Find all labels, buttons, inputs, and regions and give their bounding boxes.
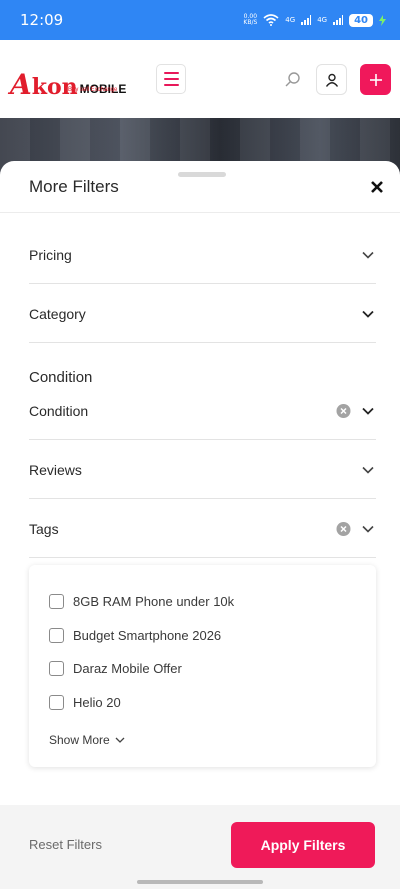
- status-time: 12:09: [20, 11, 64, 29]
- show-more-label: Show More: [49, 733, 110, 747]
- clear-icon[interactable]: [336, 403, 351, 418]
- close-icon[interactable]: [368, 178, 386, 196]
- sheet-title: More Filters: [29, 177, 119, 196]
- chevron-down-icon: [362, 466, 374, 474]
- plus-icon: [369, 73, 382, 86]
- tag-option[interactable]: 8GB RAM Phone under 10k: [49, 591, 234, 611]
- tag-option-label: Helio 20: [73, 694, 121, 710]
- chevron-down-icon: [362, 407, 374, 415]
- chevron-down-icon: [115, 737, 125, 743]
- tags-options-panel: 8GB RAM Phone under 10k Budget Smartphon…: [29, 565, 376, 767]
- filter-row-category[interactable]: Category: [29, 285, 376, 343]
- home-indicator[interactable]: [137, 880, 263, 884]
- filter-footer: Reset Filters Apply Filters: [0, 805, 400, 889]
- signal-2-icon: [333, 15, 344, 25]
- filter-label: Category: [29, 305, 86, 322]
- checkbox[interactable]: [49, 694, 64, 710]
- show-more-button[interactable]: Show More: [49, 733, 125, 747]
- chevron-down-icon: [362, 251, 374, 259]
- chevron-down-icon: [362, 310, 374, 318]
- filter-row-condition[interactable]: Condition: [29, 382, 376, 440]
- filter-label: Reviews: [29, 461, 82, 478]
- site-header: A kon MOBILE Buy sell Exchange: [0, 40, 400, 118]
- network-speed-unit: KB/S: [243, 19, 258, 26]
- filter-row-tags[interactable]: Tags: [29, 500, 376, 558]
- wifi-icon: [263, 14, 279, 26]
- filter-label: Pricing: [29, 246, 72, 263]
- apply-filters-button[interactable]: Apply Filters: [231, 822, 375, 868]
- filter-label: Tags: [29, 520, 59, 537]
- tag-option[interactable]: Budget Smartphone 2026: [49, 625, 221, 645]
- tag-option-label: Daraz Mobile Offer: [73, 660, 182, 676]
- user-icon: [325, 73, 338, 87]
- more-filters-sheet: More Filters Pricing Category Condition …: [0, 161, 400, 889]
- chevron-down-icon: [362, 525, 374, 533]
- signal-1-icon: [301, 15, 312, 25]
- hamburger-line: [163, 84, 179, 86]
- checkbox[interactable]: [49, 660, 64, 676]
- tag-option-label: Budget Smartphone 2026: [73, 627, 222, 643]
- status-bar: 12:09 0.00 KB/S 4G 4G 40: [0, 0, 400, 40]
- title-divider: [0, 212, 400, 213]
- charging-icon: [379, 14, 386, 26]
- search-icon[interactable]: [284, 70, 302, 88]
- clear-icon[interactable]: [336, 521, 351, 536]
- status-icons: 0.00 KB/S 4G 4G 40: [243, 13, 386, 27]
- tag-option[interactable]: Daraz Mobile Offer: [49, 658, 182, 678]
- tag-option[interactable]: Helio 20: [49, 692, 121, 712]
- hamburger-line: [163, 72, 179, 74]
- add-listing-button[interactable]: [360, 64, 391, 95]
- logo-letter-a: A: [10, 68, 32, 101]
- reset-filters-button[interactable]: Reset Filters: [29, 837, 102, 852]
- signal-2-label: 4G: [317, 16, 328, 24]
- akon-mobile-logo[interactable]: A kon MOBILE Buy sell Exchange: [10, 59, 130, 101]
- account-button[interactable]: [316, 64, 347, 95]
- filter-row-reviews[interactable]: Reviews: [29, 441, 376, 499]
- sheet-drag-handle[interactable]: [178, 172, 226, 177]
- hamburger-menu-button[interactable]: [156, 64, 186, 94]
- logo-tagline: Buy sell Exchange: [68, 87, 118, 93]
- filter-row-pricing[interactable]: Pricing: [29, 226, 376, 284]
- network-speed: 0.00 KB/S: [243, 14, 257, 26]
- tag-option-label: 8GB RAM Phone under 10k: [73, 593, 235, 609]
- battery-indicator: 40: [349, 13, 373, 27]
- checkbox[interactable]: [49, 593, 64, 609]
- signal-1-label: 4G: [285, 16, 296, 24]
- checkbox[interactable]: [49, 627, 64, 643]
- hamburger-line: [163, 78, 179, 80]
- filter-label: Condition: [29, 402, 89, 419]
